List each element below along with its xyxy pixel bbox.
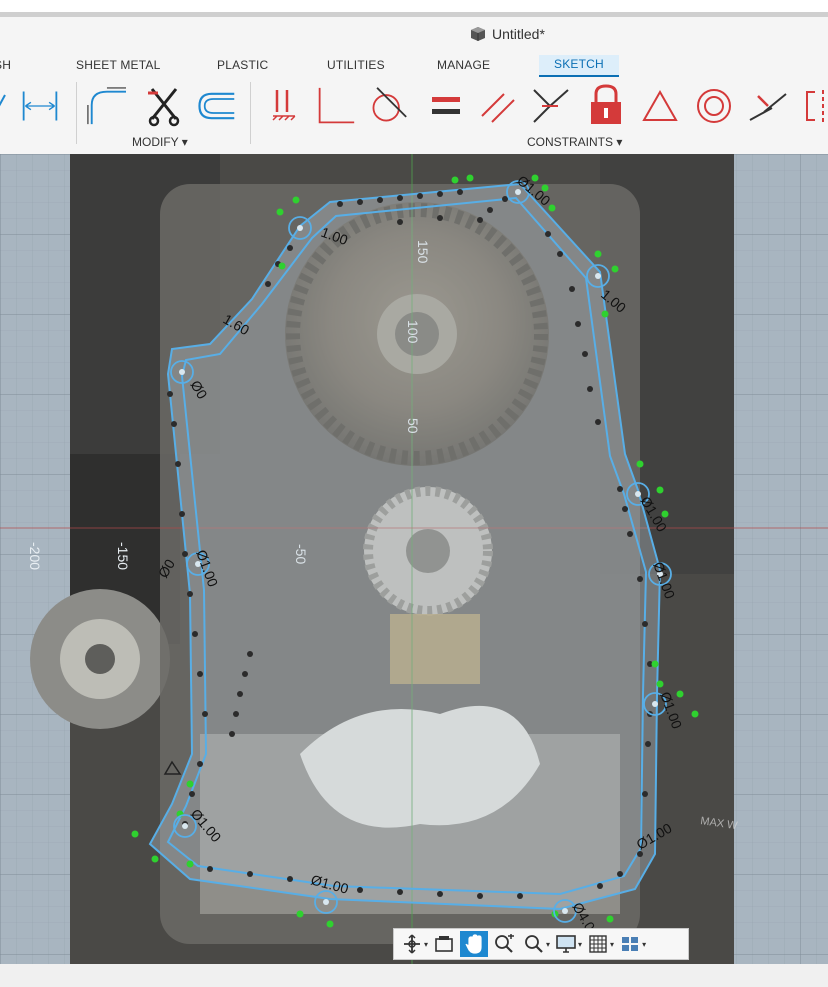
symmetry-icon[interactable] [796,84,828,128]
display-settings-icon[interactable] [552,931,580,957]
separator [250,82,251,144]
constraints-group-label[interactable]: CONSTRAINTS ▾ [527,135,622,149]
trim-icon[interactable] [144,84,184,128]
modify-group-label[interactable]: MODIFY ▾ [132,135,188,149]
top-strip [0,0,828,12]
pan-icon[interactable] [460,931,489,957]
fillet-icon[interactable] [86,84,126,128]
axis-label-minus150: -150 [115,542,131,570]
document-title: Untitled* [470,26,545,42]
collinear-icon[interactable] [748,84,788,128]
axis-label-minus200: -200 [27,542,43,570]
tab-mesh[interactable]: SH [0,58,11,72]
chevron-down-icon[interactable]: ▾ [578,940,582,949]
zoom-icon[interactable] [490,931,518,957]
chevron-down-icon[interactable]: ▾ [546,940,550,949]
separator [76,82,77,144]
concentric-icon[interactable] [694,84,734,128]
fix-icon[interactable] [586,84,626,128]
equal-icon[interactable] [426,84,466,128]
grid-settings-icon[interactable] [584,931,612,957]
look-at-icon[interactable] [430,931,458,957]
tab-sketch[interactable]: SKETCH [539,55,619,77]
midpoint-icon[interactable] [530,84,570,128]
tab-plastic[interactable]: PLASTIC [217,58,268,72]
document-title-text: Untitled* [492,26,545,42]
chevron-down-icon[interactable]: ▾ [424,940,428,949]
navigation-bar: ▾ ▾ ▾ ▾ ▾ [393,928,689,960]
parallel-icon[interactable] [478,84,518,128]
sketch-canvas[interactable]: 150 100 50 -50 -150 -200 1.00 1.00 1.60 … [0,154,828,964]
status-bar [0,964,828,987]
document-cube-icon [471,27,485,41]
tangent-icon[interactable] [368,84,408,128]
tab-sheet-metal[interactable]: SHEET METAL [76,58,160,72]
viewports-icon[interactable] [616,931,644,957]
perpendicular-icon[interactable] [316,84,356,128]
tab-utilities[interactable]: UTILITIES [327,58,385,72]
chevron-down-icon[interactable]: ▾ [642,940,646,949]
coincident-icon[interactable] [264,84,304,128]
offset-icon[interactable] [196,84,236,128]
tab-manage[interactable]: MANAGE [437,58,490,72]
triangle-constraint-icon[interactable] [640,84,680,128]
canvas-svg[interactable]: 150 100 50 -50 -150 -200 1.00 1.00 1.60 … [0,154,828,964]
chevron-down-icon[interactable]: ▾ [610,940,614,949]
fit-icon[interactable] [520,931,548,957]
dimension-icon[interactable] [20,84,60,128]
orbit-icon[interactable] [398,931,426,957]
